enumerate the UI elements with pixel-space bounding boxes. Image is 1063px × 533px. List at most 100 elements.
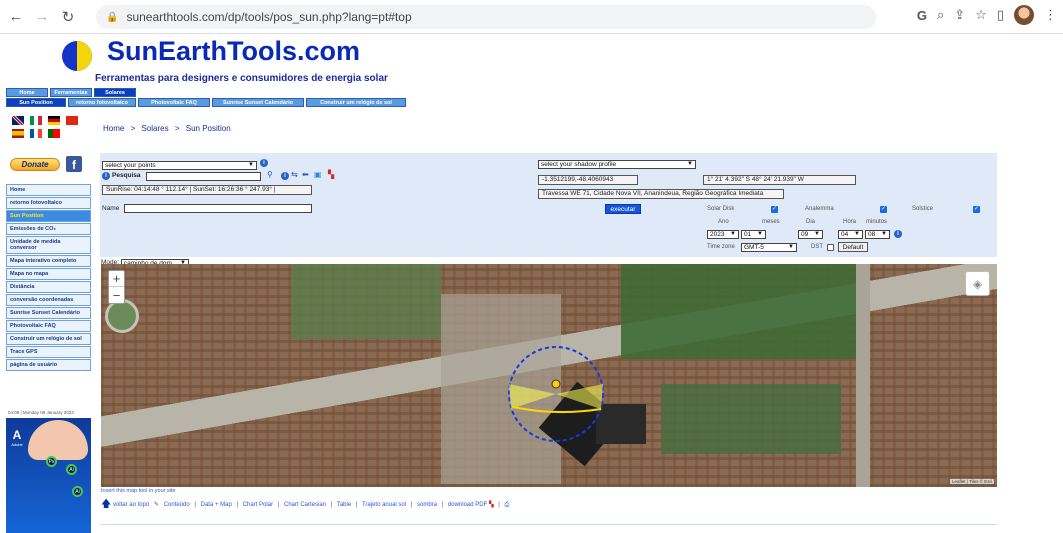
sidebar-item-trace-gps[interactable]: Trace GPS: [6, 346, 91, 358]
breadcrumb-home[interactable]: Home: [103, 124, 124, 133]
tab-retorno-fotovoltaico[interactable]: retorno fotovoltaico: [68, 98, 136, 107]
site-title[interactable]: SunEarthTools.com: [107, 36, 360, 67]
sidebar-item-mapa-no-mapa[interactable]: Mapa no mapa: [6, 268, 91, 280]
sidebar-item-co2[interactable]: Emissões de CO₂: [6, 223, 91, 235]
layers-icon[interactable]: ◈: [965, 271, 990, 296]
tab-photovoltaic-faq[interactable]: Photovoltaic FAQ: [138, 98, 210, 107]
solstice-checkbox[interactable]: ✓: [973, 206, 980, 213]
print-icon[interactable]: ⎙: [504, 502, 509, 508]
adobe-ad-banner[interactable]: A Adobe Ps Ai Ai: [6, 418, 91, 533]
tab-solares[interactable]: Solares: [94, 88, 136, 97]
day-label: Dia: [806, 219, 816, 225]
chart-cartesian-link[interactable]: Chart Cartesian: [284, 502, 326, 508]
sidebar-item-distancia[interactable]: Distância: [6, 281, 91, 293]
forward-arrow-icon[interactable]: →: [32, 7, 52, 27]
contents-link[interactable]: Conteúdo: [164, 502, 190, 508]
pdf-icon[interactable]: ▚: [489, 502, 494, 508]
zoom-out-button[interactable]: −: [109, 287, 124, 303]
default-button[interactable]: Default: [838, 242, 868, 252]
pencil-icon: ✎: [153, 502, 160, 508]
location-marker-icon[interactable]: [551, 379, 561, 389]
facebook-icon[interactable]: f: [66, 156, 82, 172]
sidebar-item-faq[interactable]: Photovoltaic FAQ: [6, 320, 91, 332]
menu-kebab-icon[interactable]: ⋮: [1044, 7, 1057, 23]
separator: |: [441, 502, 444, 508]
map-attribution[interactable]: Leaflet | Tiles © Esri: [950, 479, 994, 484]
sun-earth-logo-icon[interactable]: [61, 40, 93, 72]
name-input[interactable]: [124, 204, 312, 213]
tab-home[interactable]: Home: [6, 88, 48, 97]
reload-icon[interactable]: ↻: [58, 7, 78, 27]
solar-disk-checkbox[interactable]: ✓: [771, 206, 778, 213]
shadow-profile-select[interactable]: select your shadow profile: [538, 160, 696, 169]
profile-avatar[interactable]: [1014, 5, 1034, 25]
table-link[interactable]: Table: [337, 502, 351, 508]
save-icon[interactable]: ▣: [314, 170, 322, 179]
address-bar[interactable]: 🔒 sunearthtools.com/dp/tools/pos_sun.php…: [96, 5, 876, 29]
bookmark-star-icon[interactable]: ☆: [975, 7, 987, 23]
share-icon[interactable]: ⇪: [954, 7, 965, 23]
zoom-in-button[interactable]: +: [109, 271, 124, 287]
separator: |: [277, 502, 280, 508]
side-panel-icon[interactable]: ▯: [997, 7, 1004, 23]
breadcrumb-solares[interactable]: Solares: [141, 124, 168, 133]
tab-relogio-de-sol[interactable]: Construir um relógio de sol: [306, 98, 406, 107]
embed-map-link[interactable]: Insert this map tool in your site: [101, 488, 176, 494]
info-icon[interactable]: i: [894, 230, 902, 238]
delete-icon[interactable]: ▚: [328, 170, 334, 179]
data-map-link[interactable]: Data + Map: [201, 502, 232, 508]
flag-italy-icon[interactable]: [30, 116, 42, 125]
arrow-up-icon[interactable]: 🡅: [101, 499, 111, 510]
flag-portugal-icon[interactable]: [48, 129, 60, 138]
shadow-link[interactable]: sombra: [417, 502, 437, 508]
tab-sunrise-sunset[interactable]: Sunrise Sunset Calendário: [212, 98, 304, 107]
month-select[interactable]: 01: [741, 230, 766, 239]
search-input[interactable]: [146, 172, 261, 181]
search-label: Pesquisa: [112, 172, 141, 179]
analemma-checkbox[interactable]: ✓: [880, 206, 887, 213]
day-select[interactable]: 09: [798, 230, 823, 239]
swap-points-icon[interactable]: ⇆: [291, 170, 298, 179]
info-icon[interactable]: i: [102, 172, 110, 180]
sidebar-item-retorno[interactable]: retorno fotovoltaico: [6, 197, 91, 209]
sidebar-item-conversao[interactable]: conversão coordenadas: [6, 294, 91, 306]
dst-checkbox[interactable]: [827, 244, 834, 251]
google-icon[interactable]: G: [917, 8, 927, 23]
sidebar-item-unidade[interactable]: Unidade de medida conversor: [6, 236, 91, 254]
breadcrumb-current[interactable]: Sun Position: [186, 124, 231, 133]
flag-germany-icon[interactable]: [48, 116, 60, 125]
tab-sun-position[interactable]: Sun Position: [6, 98, 66, 107]
flag-spain-icon[interactable]: [12, 129, 24, 138]
flag-uk-icon[interactable]: [12, 116, 24, 125]
info-icon[interactable]: i: [260, 159, 268, 167]
tab-ferramentas[interactable]: Ferramentas: [50, 88, 92, 97]
sidebar-item-sunrise-sunset[interactable]: Sunrise Sunset Calendário: [6, 307, 91, 319]
execute-button[interactable]: executar: [605, 204, 641, 214]
flag-france-icon[interactable]: [30, 129, 42, 138]
back-to-top-link[interactable]: voltar ao topo: [113, 502, 149, 508]
donate-button[interactable]: Donate: [10, 158, 60, 171]
sidebar-item-sun-position[interactable]: Sun Position: [6, 210, 91, 222]
search-magnifier-icon[interactable]: ⚲: [267, 170, 273, 179]
annual-path-link[interactable]: Trajeto anual sol: [362, 502, 406, 508]
zoom-lens-icon[interactable]: ⌕: [937, 7, 944, 23]
info-icon[interactable]: i: [281, 172, 289, 180]
timezone-select[interactable]: GMT-5: [741, 243, 797, 252]
satellite-map[interactable]: [101, 264, 997, 487]
sidebar-item-usuario[interactable]: página de usuário: [6, 359, 91, 371]
chart-polar-link[interactable]: Chart Polar: [243, 502, 273, 508]
sidebar-item-home[interactable]: Home: [6, 184, 91, 196]
hour-select[interactable]: 04: [838, 230, 863, 239]
year-select[interactable]: 2023: [707, 230, 739, 239]
sidebar-item-relogio[interactable]: Construir um relógio de sol: [6, 333, 91, 345]
download-pdf-link[interactable]: download PDF: [448, 502, 487, 508]
ad-hand-image: [28, 420, 88, 460]
minute-select[interactable]: 08: [865, 230, 890, 239]
back-arrow-icon[interactable]: ←: [6, 7, 26, 27]
points-select[interactable]: select your points: [102, 161, 257, 170]
year-label: Ano: [718, 219, 729, 225]
sidebar-item-mapa-interativo[interactable]: Mapa interativo completo: [6, 255, 91, 267]
separator: |: [236, 502, 239, 508]
arrow-left-icon[interactable]: ⬅: [302, 170, 309, 179]
flag-china-icon[interactable]: [66, 116, 78, 125]
